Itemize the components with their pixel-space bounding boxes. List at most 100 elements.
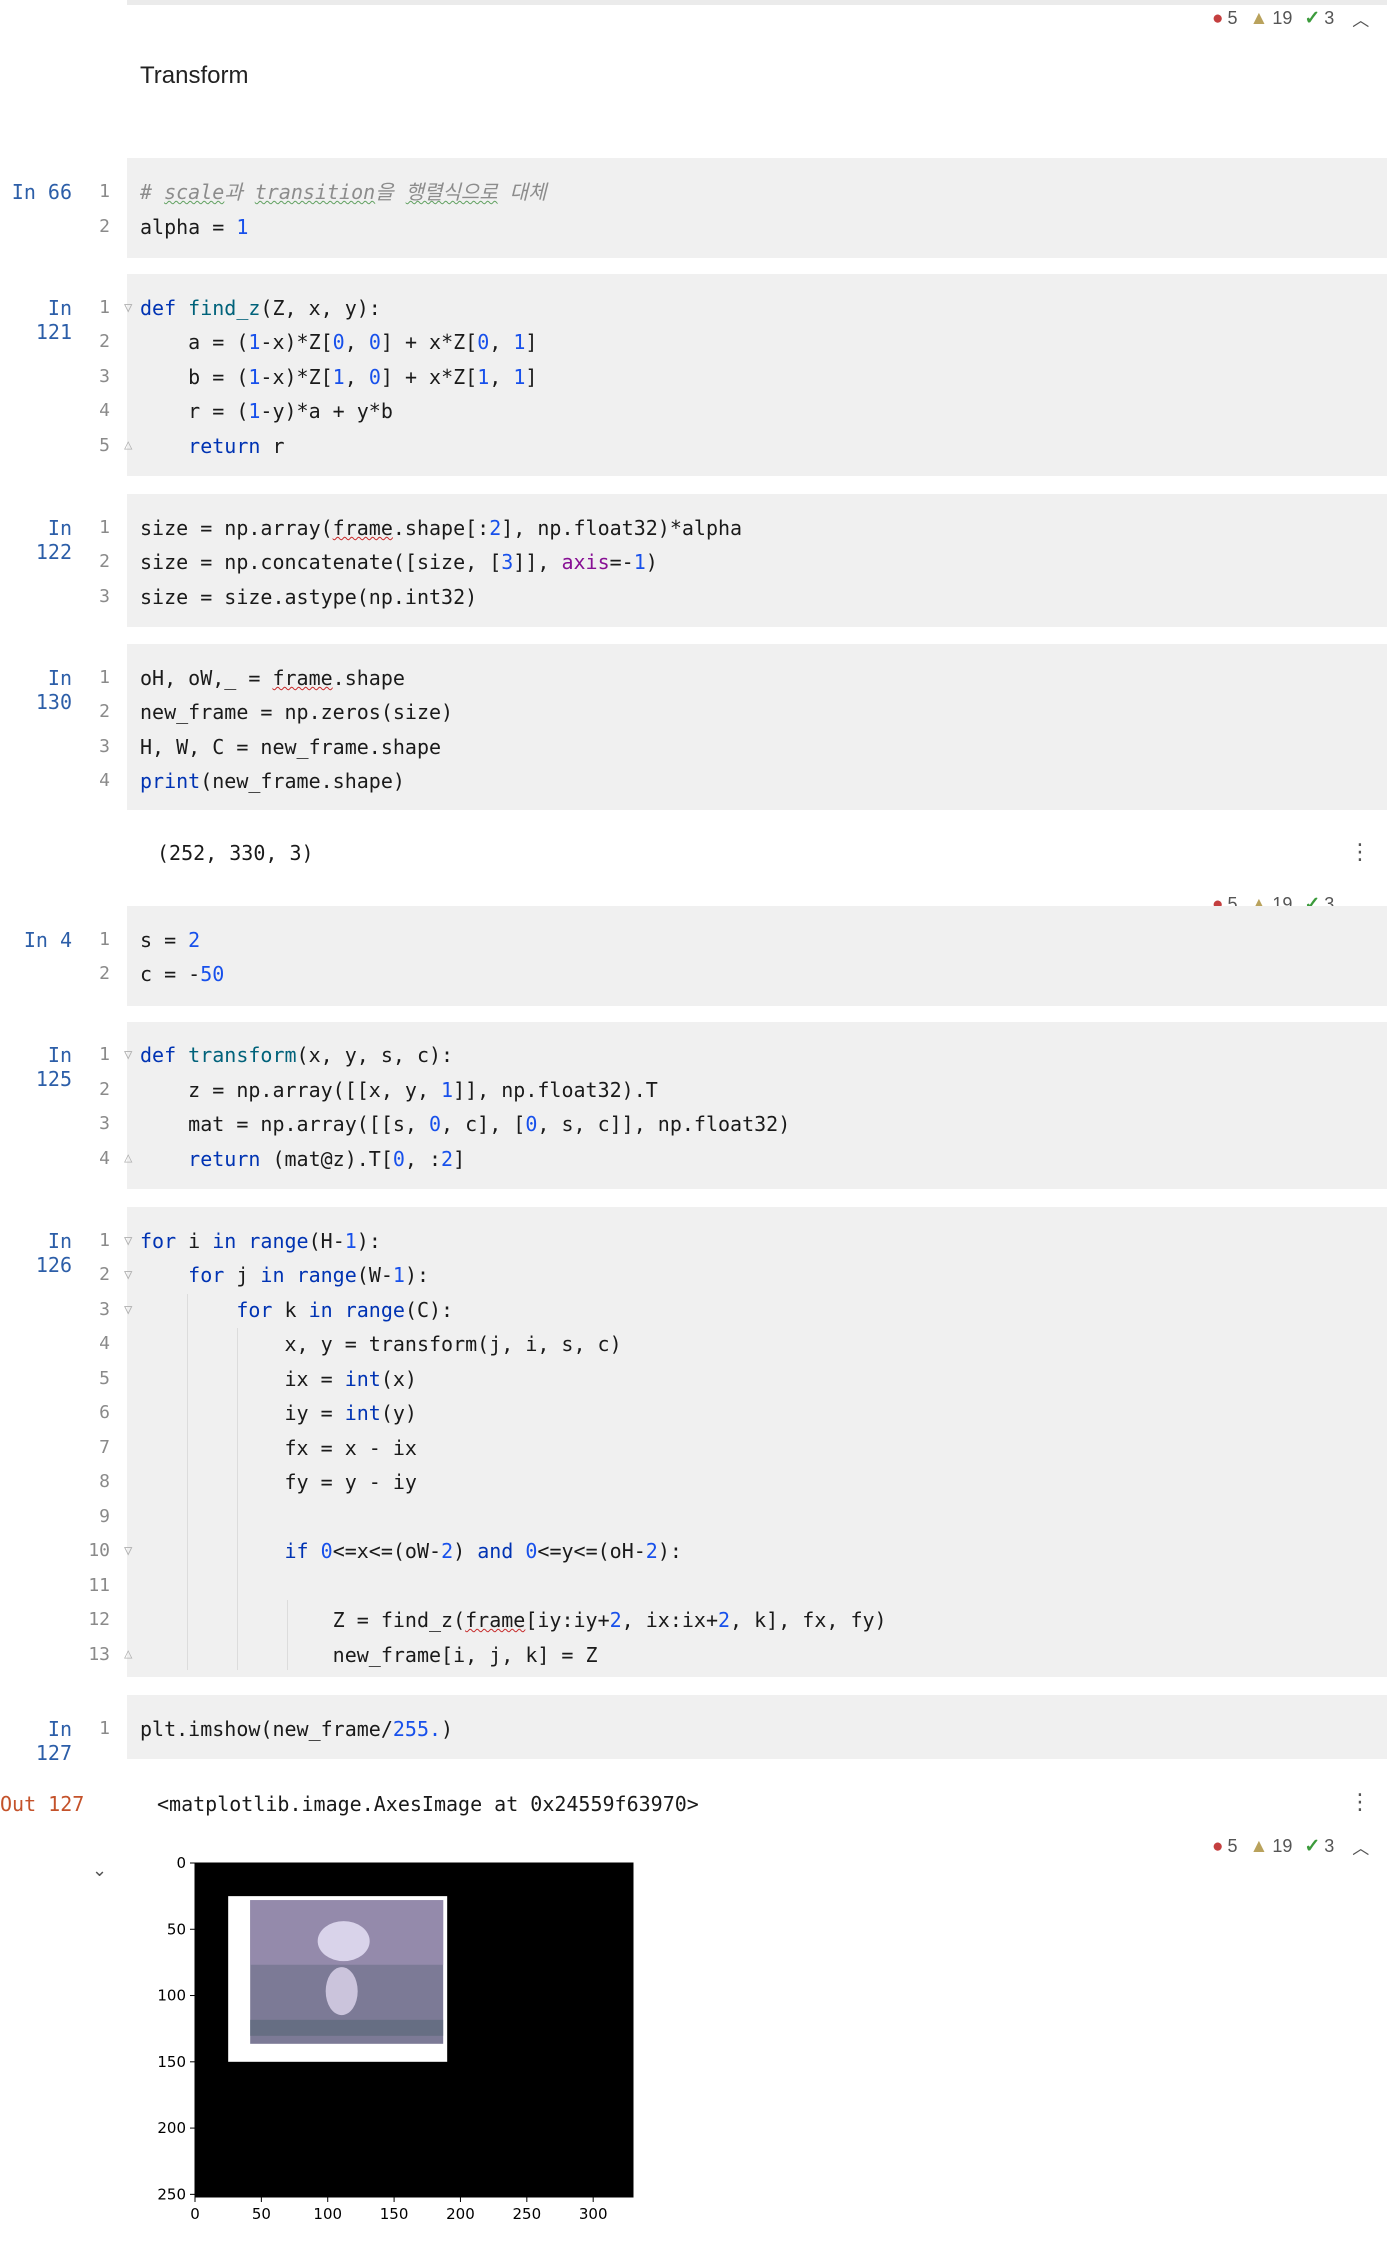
- x-tick-label: 250: [512, 2205, 541, 2223]
- fold-icon[interactable]: ▽: [124, 300, 132, 316]
- x-tick-label: 50: [252, 2205, 271, 2223]
- code-line[interactable]: def find_z(Z, x, y):: [140, 291, 381, 326]
- code-line[interactable]: new_frame[i, j, k] = Z: [140, 1638, 598, 1673]
- code-line[interactable]: print(new_frame.shape): [140, 764, 405, 799]
- code-line[interactable]: # scale과 transition을 행렬식으로 대체: [140, 175, 546, 210]
- code-line[interactable]: fx = x - ix: [140, 1431, 416, 1466]
- code-line[interactable]: a = (1-x)*Z[0, 0] + x*Z[0, 1]: [140, 325, 537, 360]
- y-tick-label: 50: [167, 1920, 186, 1938]
- fold-icon[interactable]: ▽: [124, 1267, 132, 1283]
- y-tick-label: 200: [157, 2119, 186, 2137]
- x-tick-label: 100: [313, 2205, 342, 2223]
- code-line[interactable]: for i in range(H-1):: [140, 1224, 381, 1259]
- line-number: 2: [99, 216, 110, 237]
- line-number: 4: [99, 770, 110, 791]
- code-line[interactable]: plt.imshow(new_frame/255.): [140, 1712, 453, 1747]
- inset-character-head: [317, 1921, 370, 1962]
- line-number: 2: [99, 1264, 110, 1285]
- line-number: 1: [99, 667, 110, 688]
- warning-icon: ▲: [1249, 7, 1269, 29]
- cell-output: <matplotlib.image.AxesImage at 0x24559f6…: [157, 1792, 699, 1816]
- line-number: 3: [99, 1299, 110, 1320]
- chevron-up-icon[interactable]: ︿: [1352, 1834, 1369, 1859]
- code-line[interactable]: Z = find_z(frame[iy:iy+2, ix:ix+2, k], f…: [140, 1603, 887, 1638]
- line-number: 1: [99, 1230, 110, 1251]
- line-number: 10: [88, 1540, 110, 1561]
- line-number: 11: [88, 1575, 110, 1596]
- fold-icon[interactable]: ▽: [124, 1233, 132, 1249]
- code-line[interactable]: return r: [140, 429, 284, 464]
- code-line[interactable]: size = size.astype(np.int32): [140, 580, 477, 615]
- code-line[interactable]: r = (1-y)*a + y*b: [140, 394, 393, 429]
- y-tick-label: 0: [176, 1854, 186, 1872]
- code-line[interactable]: fy = y - iy: [140, 1465, 416, 1500]
- line-number: 4: [99, 1333, 110, 1354]
- code-line[interactable]: iy = int(y): [140, 1396, 416, 1431]
- x-tick-label: 150: [380, 2205, 409, 2223]
- output-menu-icon[interactable]: ⋮: [1349, 1790, 1371, 1815]
- line-number: 1: [99, 181, 110, 202]
- line-number: 7: [99, 1437, 110, 1458]
- code-line[interactable]: new_frame = np.zeros(size): [140, 695, 453, 730]
- y-tick-label: 250: [157, 2185, 186, 2203]
- line-number: 1: [99, 929, 110, 950]
- fold-icon[interactable]: ▽: [124, 1047, 132, 1063]
- error-icon: ●: [1212, 1835, 1224, 1857]
- code-line[interactable]: def transform(x, y, s, c):: [140, 1038, 453, 1073]
- y-tick-label: 150: [157, 2053, 186, 2071]
- line-number: 13: [88, 1644, 110, 1665]
- code-line[interactable]: return (mat@z).T[0, :2]: [140, 1142, 465, 1177]
- cell-output: (252, 330, 3): [157, 841, 314, 865]
- code-line[interactable]: if 0<=x<=(oW-2) and 0<=y<=(oH-2):: [140, 1534, 682, 1569]
- code-line[interactable]: c = -50: [140, 957, 224, 992]
- line-number: 2: [99, 963, 110, 984]
- line-number: 12: [88, 1609, 110, 1630]
- code-line[interactable]: s = 2: [140, 923, 200, 958]
- chevron-up-icon[interactable]: ︿: [1352, 6, 1369, 31]
- line-number: 3: [99, 366, 110, 387]
- code-line[interactable]: size = np.array(frame.shape[:2], np.floa…: [140, 511, 742, 546]
- fold-icon[interactable]: ▽: [124, 1543, 132, 1559]
- fold-end-icon[interactable]: △: [124, 1150, 132, 1166]
- fold-end-icon[interactable]: △: [124, 437, 132, 453]
- output-menu-icon[interactable]: ⋮: [1349, 840, 1371, 865]
- code-line[interactable]: oH, oW,_ = frame.shape: [140, 661, 405, 696]
- inspection-widget[interactable]: ●5 ▲19 ✓3 ︿: [1212, 6, 1369, 31]
- inspection-widget[interactable]: ●5 ▲19 ✓3 ︿: [1212, 1834, 1369, 1859]
- code-line[interactable]: alpha = 1: [140, 210, 248, 245]
- line-number: 1: [99, 1044, 110, 1065]
- error-icon: ●: [1212, 7, 1224, 29]
- code-line[interactable]: ix = int(x): [140, 1362, 416, 1397]
- line-number: 4: [99, 1148, 110, 1169]
- code-line[interactable]: for j in range(W-1):: [140, 1258, 429, 1293]
- check-icon: ✓: [1304, 1836, 1321, 1857]
- code-line[interactable]: for k in range(C):: [140, 1293, 453, 1328]
- collapse-output-icon[interactable]: ⌄: [92, 1860, 107, 1881]
- line-number: 3: [99, 736, 110, 757]
- code-line[interactable]: b = (1-x)*Z[1, 0] + x*Z[1, 1]: [140, 360, 537, 395]
- code-line[interactable]: mat = np.array([[s, 0, c], [0, s, c]], n…: [140, 1107, 790, 1142]
- inset-character-body: [325, 1967, 358, 2016]
- previous-cell-edge: [127, 0, 1387, 5]
- code-cell[interactable]: [127, 906, 1387, 1006]
- code-line[interactable]: z = np.array([[x, y, 1]], np.float32).T: [140, 1073, 658, 1108]
- fold-end-icon[interactable]: △: [124, 1646, 132, 1662]
- fold-icon[interactable]: ▽: [124, 1302, 132, 1318]
- check-icon: ✓: [1304, 8, 1321, 29]
- markdown-title: Transform: [140, 62, 249, 89]
- code-line[interactable]: H, W, C = new_frame.shape: [140, 730, 441, 765]
- y-tick-label: 100: [157, 1987, 186, 2005]
- output-prompt: Out 127: [0, 1792, 85, 1816]
- line-number: 2: [99, 551, 110, 572]
- line-number: 2: [99, 701, 110, 722]
- line-number: 1: [99, 517, 110, 538]
- line-number: 1: [99, 297, 110, 318]
- code-line[interactable]: size = np.concatenate([size, [3]], axis=…: [140, 545, 658, 580]
- x-tick-label: 300: [579, 2205, 608, 2223]
- line-number: 6: [99, 1402, 110, 1423]
- code-line[interactable]: x, y = transform(j, i, s, c): [140, 1327, 621, 1362]
- line-number: 2: [99, 1079, 110, 1100]
- inset-image-floor: [250, 2019, 444, 2036]
- line-number: 2: [99, 331, 110, 352]
- line-number: 3: [99, 1113, 110, 1134]
